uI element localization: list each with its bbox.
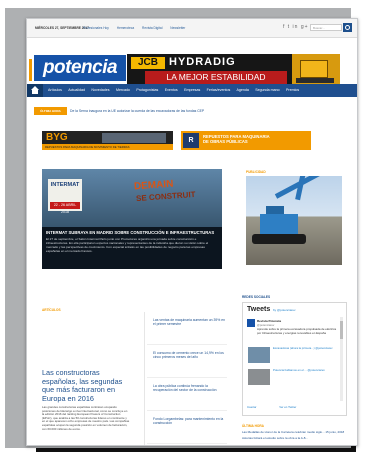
logo-accent (29, 59, 32, 81)
view-on-twitter-link[interactable]: Ver en Twitter (279, 405, 296, 409)
nav-item-protagonistas[interactable]: Protagonistas (136, 88, 158, 92)
tweet-text: Aprende sobre la primera excavadora prop… (257, 327, 337, 335)
nav-item-agenda[interactable]: Agenda (236, 88, 248, 92)
current-date: MIÉRCOLES 27, SEPTIEMBRE 2017 (35, 26, 89, 30)
breaking-link[interactable]: De la Serna inaugura en la UE autorizar … (70, 109, 204, 113)
nav-item-premios[interactable]: Premios (286, 88, 299, 92)
twitter-widget: Tweets by @potenciarev Revista Potencia … (242, 302, 347, 416)
embed-link[interactable]: Insertar (247, 405, 256, 409)
avatar[interactable] (247, 319, 255, 327)
tweet-thumbnail[interactable] (248, 347, 270, 363)
nav-item-empresas[interactable]: Empresas (184, 88, 200, 92)
crane-body-icon (260, 214, 298, 236)
lastwire-list: Las Medallas de Honor de la Carretera ce… (242, 430, 345, 443)
featured-article[interactable]: Las constructoras españolas, las segunda… (42, 368, 130, 445)
home-icon[interactable] (27, 84, 43, 97)
search-input[interactable]: Buscar... (310, 24, 342, 31)
list-item[interactable]: Asturias licitará el estudio sobre la ob… (242, 436, 345, 441)
sidebar-label: PUBLICIDAD (246, 170, 266, 174)
article-caption: INTERMAT SUBRAYA EN MADRID SOBRE CONSTRU… (42, 227, 222, 269)
twitter-scrollbar[interactable] (340, 317, 343, 401)
list-item[interactable]: El consumo de cemento crece un 14,9% en … (147, 345, 227, 378)
list-item[interactable]: La obra pública continúa frenando la rec… (147, 378, 227, 411)
list-item[interactable]: Las Medallas de Honor de la Carretera ce… (242, 430, 345, 435)
twitter-section-label: REDES SOCIALES (242, 295, 271, 299)
ad-machine-image (292, 54, 340, 86)
nav-items: Artículos Actualidad Novedades Mercado P… (48, 88, 305, 92)
intermat-date: 22 - 26 ABRIL 2018 (50, 202, 80, 214)
tweet-thumbnail-2[interactable] (248, 369, 270, 385)
nav-item-eventos[interactable]: Eventos (165, 88, 178, 92)
top-link-hemeroteca[interactable]: Hemeroteca (117, 26, 134, 30)
list-item[interactable]: Las ventas de maquinaria aumentan un 39%… (147, 312, 227, 345)
repuestos-text: REPUESTOS PARA MAQUINARIA DE OBRAS PÚBLI… (203, 134, 270, 144)
header-ad-banner[interactable]: JCB HYDRADIG LA MEJOR ESTABILIDAD (127, 54, 340, 86)
repuestos-ad-banner[interactable]: R REPUESTOS PARA MAQUINARIA DE OBRAS PÚB… (181, 131, 311, 150)
breaking-news: ÚLTIMA HORA De la Serna inaugura en la U… (34, 107, 352, 115)
repuestos-logo: R (183, 133, 199, 148)
nav-item-articulos[interactable]: Artículos (48, 88, 62, 92)
article-headline[interactable]: INTERMAT SUBRAYA EN MADRID SOBRE CONSTRU… (46, 230, 218, 235)
featured-headline[interactable]: Las constructoras españolas, las segunda… (42, 368, 130, 403)
top-link-newsletter[interactable]: Newsletter (170, 26, 185, 30)
tweet-link-2[interactable]: Potencia hablamos en el ... @potenciarev (273, 368, 335, 373)
site-logo[interactable]: potencia (34, 55, 126, 81)
ad-brand-box: JCB (131, 57, 165, 69)
byg-ad-banner[interactable]: BYG REPUESTOS PARA MAQUINARIA DE MOVIMIE… (42, 131, 173, 150)
side-articles-list: Las ventas de maquinaria aumentan un 39%… (147, 312, 227, 444)
byg-logo: BYG (46, 132, 68, 143)
search-icon[interactable] (343, 23, 352, 32)
nav-item-novedades[interactable]: Novedades (91, 88, 109, 92)
top-bar: MIÉRCOLES 27, SEPTIEMBRE 2017 Profesiona… (27, 19, 357, 38)
twitter-title: Tweets (247, 306, 271, 313)
ad-slogan: LA MEJOR ESTABILIDAD (145, 71, 287, 84)
nav-item-segunda-mano[interactable]: Segunda mano (255, 88, 279, 92)
nav-item-actualidad[interactable]: Actualidad (68, 88, 85, 92)
webpage-screenshot: MIÉRCOLES 27, SEPTIEMBRE 2017 Profesiona… (26, 18, 358, 446)
intermat-sign: INTERMAT 22 - 26 ABRIL 2018 (48, 179, 82, 214)
article-summary: El 27 de septiembre, el Salón Intermat P… (46, 237, 209, 254)
byg-ad-tagline: REPUESTOS PARA MAQUINARIA DE MOVIMIENTO … (42, 144, 173, 150)
top-link-revista-digital[interactable]: Revista Digital (142, 26, 162, 30)
top-links: Profesionales Hoy Hemeroteca Revista Dig… (83, 26, 192, 30)
divider (144, 312, 145, 445)
nav-item-mercado[interactable]: Mercado (116, 88, 130, 92)
intermat-name: INTERMAT (50, 182, 80, 188)
crane-track-icon (252, 234, 306, 244)
top-link-profesionales[interactable]: Profesionales Hoy (83, 26, 109, 30)
articles-section-label: ARTÍCULOS (42, 308, 61, 312)
lastwire-label: ÚLTIMA HORA (242, 424, 264, 428)
twitter-footer: Insertar Ver en Twitter (247, 405, 341, 409)
byg-ad-image (102, 133, 166, 143)
breaking-tag: ÚLTIMA HORA (34, 107, 67, 115)
twitter-by[interactable]: by @potenciarev (273, 308, 296, 312)
sidebar-ad-image[interactable] (246, 176, 342, 265)
tweet-link[interactable]: Excavadoras (ahora la primera...) @poten… (273, 346, 335, 351)
ad-brand-name: HYDRADIG (169, 56, 236, 68)
list-item[interactable]: Fondo Lorgambelas: para mantenimiento en… (147, 411, 227, 444)
main-article[interactable]: INTERMAT 22 - 26 ABRIL 2018 DEMAIN SE CO… (42, 169, 222, 269)
nav-item-ferias[interactable]: Ferias/eventos (207, 88, 231, 92)
featured-summary: Las grandes constructoras españolas cont… (42, 405, 130, 431)
main-nav: Artículos Actualidad Novedades Mercado P… (27, 84, 357, 97)
